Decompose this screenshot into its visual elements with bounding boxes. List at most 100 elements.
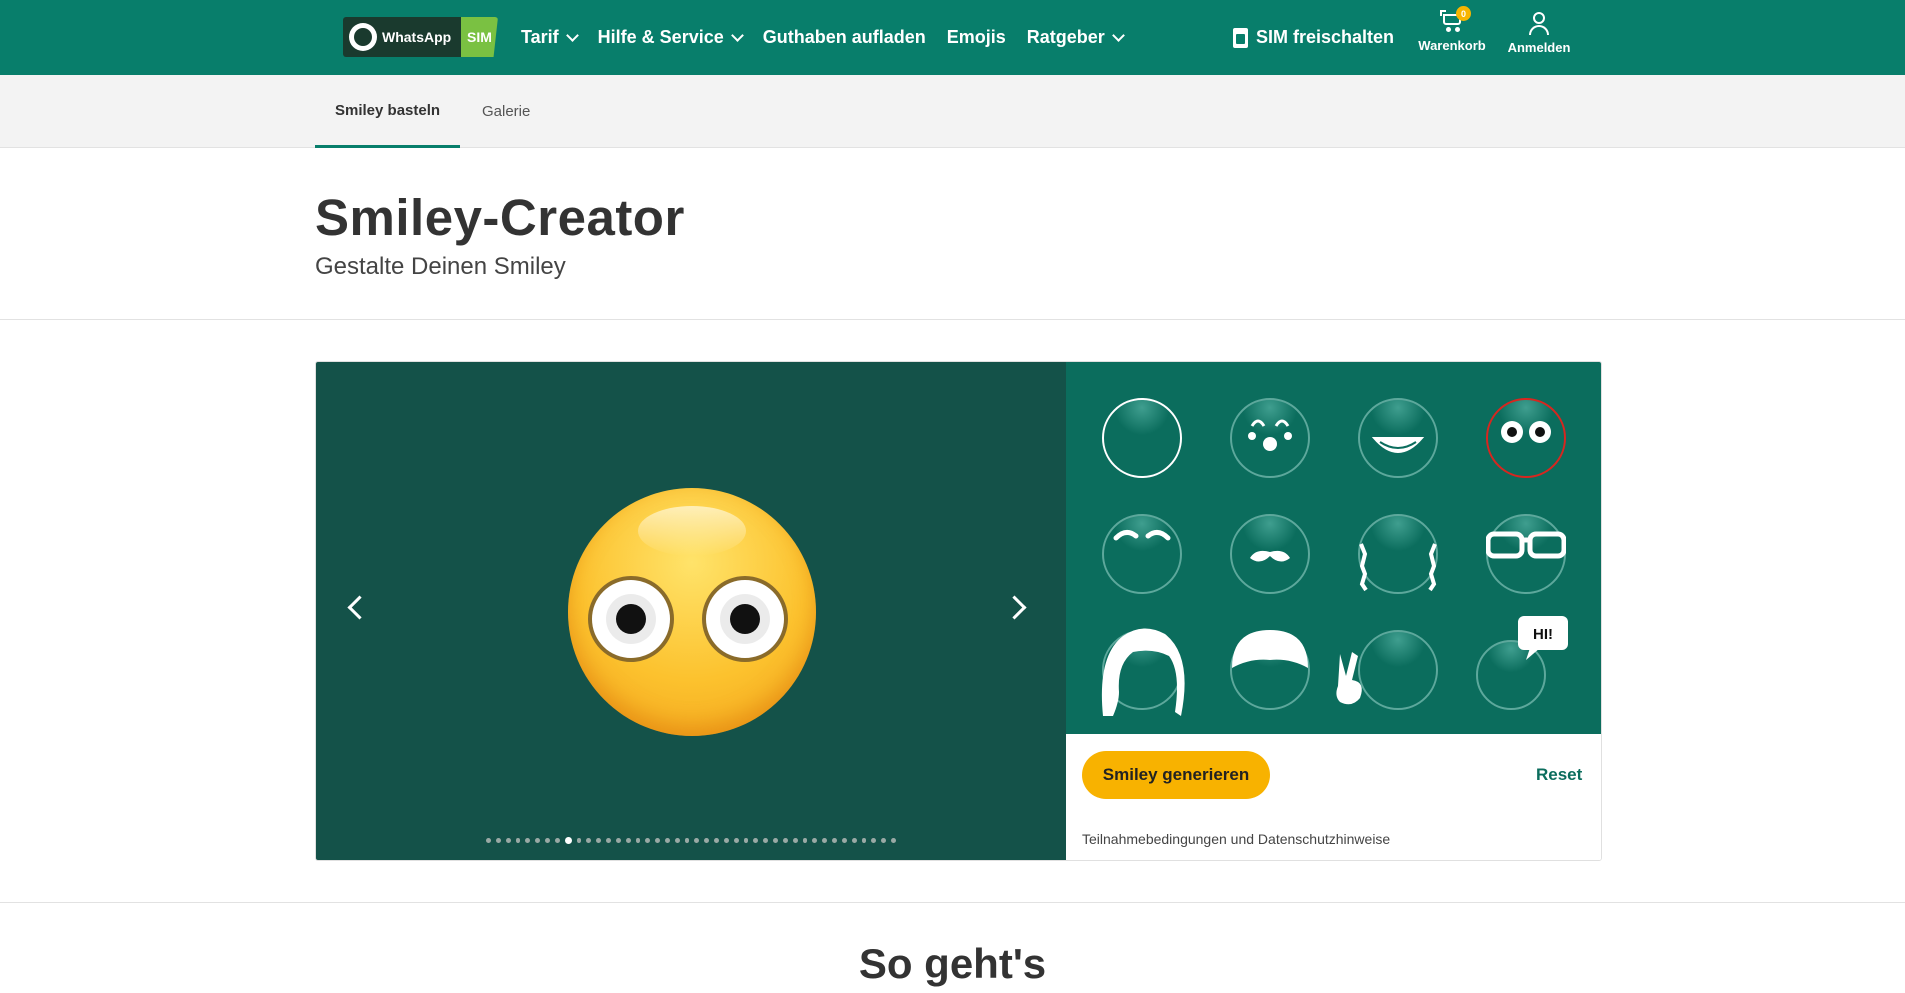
carousel-dot[interactable]: [743, 838, 749, 843]
carousel-dot[interactable]: [782, 838, 788, 843]
carousel-dot[interactable]: [596, 838, 602, 843]
carousel-dot[interactable]: [576, 838, 582, 843]
divider: [0, 319, 1905, 320]
carousel-dot[interactable]: [606, 838, 611, 843]
whatsapp-sim-logo[interactable]: WhatsApp SIM: [343, 17, 498, 57]
nav-ratgeber[interactable]: Ratgeber: [1027, 27, 1125, 48]
carousel-dot[interactable]: [615, 838, 621, 843]
peace-hand-icon: [1336, 652, 1362, 705]
carousel-dot[interactable]: [495, 838, 501, 843]
carousel-dot[interactable]: [822, 838, 828, 843]
pigtails-icon: [1359, 543, 1437, 592]
carousel-dot[interactable]: [545, 838, 550, 843]
carousel-dot[interactable]: [525, 838, 531, 843]
carousel-dot[interactable]: [635, 838, 641, 843]
carousel-dot[interactable]: [655, 838, 660, 843]
carousel-dot[interactable]: [841, 838, 847, 843]
sim-unlock-link[interactable]: SIM freischalten: [1233, 0, 1394, 75]
nav-guthaben-aufladen[interactable]: Guthaben aufladen: [763, 27, 926, 48]
carousel-dot[interactable]: [645, 838, 651, 843]
reset-button[interactable]: Reset: [1536, 765, 1582, 785]
carousel-dot[interactable]: [704, 838, 710, 843]
chevron-down-icon: [730, 28, 744, 42]
tab-smiley-basteln[interactable]: Smiley basteln: [315, 75, 461, 148]
prev-arrow-icon[interactable]: [347, 595, 372, 620]
carousel-dot[interactable]: [861, 838, 867, 843]
carousel-dot[interactable]: [881, 838, 887, 843]
carousel-dot[interactable]: [586, 838, 592, 843]
option-peace-hand[interactable]: [1336, 630, 1438, 710]
carousel-dot[interactable]: [515, 838, 521, 843]
carousel-dot[interactable]: [714, 838, 719, 843]
cart-count-badge: 0: [1456, 6, 1471, 21]
carousel-dot[interactable]: [773, 838, 778, 843]
option-glasses[interactable]: [1486, 514, 1566, 594]
carousel-dots: [486, 837, 896, 846]
carousel-dot[interactable]: [812, 838, 818, 843]
option-cap[interactable]: [1230, 630, 1310, 710]
option-pigtails[interactable]: [1358, 514, 1438, 594]
page-title: Smiley-Creator: [315, 189, 685, 246]
carousel-dot[interactable]: [625, 838, 631, 843]
carousel-dot[interactable]: [871, 838, 877, 843]
nav-tarif[interactable]: Tarif: [521, 27, 579, 48]
main-nav: Tarif Hilfe & Service Guthaben aufladen …: [521, 0, 1144, 75]
login-button[interactable]: Anmelden: [1505, 10, 1573, 55]
option-goggle-eyes[interactable]: [1486, 398, 1566, 478]
page-heading: Smiley-Creator Gestalte Deinen Smiley: [315, 188, 685, 281]
nav-emojis[interactable]: Emojis: [947, 27, 1006, 48]
whatsapp-icon: [349, 23, 377, 51]
user-icon: [1527, 10, 1551, 36]
generate-smiley-button[interactable]: Smiley generieren: [1082, 751, 1270, 799]
creator-controls: Smiley generieren Reset Teilnahmebedingu…: [1066, 734, 1601, 860]
carousel-dot[interactable]: [564, 837, 572, 844]
cart-button[interactable]: 0 Warenkorb: [1418, 6, 1486, 53]
chevron-down-icon: [1111, 28, 1125, 42]
right-eye: [702, 576, 788, 662]
option-panel: HI!: [1066, 362, 1601, 734]
goggle-eyes-icon: [1501, 421, 1551, 443]
option-hi-bubble[interactable]: HI!: [1476, 616, 1568, 710]
carousel-dot[interactable]: [694, 838, 700, 843]
option-eyebrows[interactable]: [1102, 514, 1182, 594]
section-title: So geht's: [858, 940, 1047, 987]
svg-text:HI!: HI!: [1533, 626, 1553, 643]
carousel-dot[interactable]: [802, 838, 808, 843]
tab-galerie[interactable]: Galerie: [462, 75, 550, 148]
carousel-dot[interactable]: [733, 838, 739, 843]
long-hair-icon: [1101, 628, 1185, 716]
carousel-dot[interactable]: [554, 838, 560, 843]
carousel-dot[interactable]: [851, 838, 857, 843]
mustache-icon: [1250, 550, 1290, 562]
nav-hilfe-service[interactable]: Hilfe & Service: [598, 27, 744, 48]
glasses-icon: [1486, 531, 1566, 559]
top-header: WhatsApp SIM Tarif Hilfe & Service Gutha…: [0, 0, 1905, 75]
eyebrows-icon: [1113, 530, 1171, 541]
sub-nav: Smiley basteln Galerie: [0, 75, 1905, 148]
divider: [0, 902, 1905, 903]
option-mustache[interactable]: [1230, 514, 1310, 594]
sim-card-icon: [1233, 27, 1248, 48]
carousel-dot[interactable]: [674, 838, 680, 843]
carousel-dot[interactable]: [535, 838, 541, 843]
option-long-hair[interactable]: [1101, 628, 1185, 716]
option-grin[interactable]: [1358, 398, 1438, 478]
terms-link[interactable]: Teilnahmebedingungen und Datenschutzhinw…: [1082, 831, 1390, 847]
option-base-face[interactable]: [1102, 398, 1182, 478]
carousel-dot[interactable]: [664, 838, 670, 843]
carousel-dot[interactable]: [684, 838, 690, 843]
carousel-dot[interactable]: [832, 838, 837, 843]
carousel-dot[interactable]: [891, 838, 896, 843]
cap-icon: [1232, 630, 1308, 668]
carousel-dot[interactable]: [723, 838, 729, 843]
speech-bubble-icon: HI!: [1518, 616, 1568, 660]
next-arrow-icon[interactable]: [1002, 595, 1027, 620]
carousel-dot[interactable]: [486, 838, 491, 843]
carousel-dot[interactable]: [753, 838, 759, 843]
carousel-dot[interactable]: [505, 838, 511, 843]
option-clown[interactable]: [1230, 398, 1310, 478]
carousel-dot[interactable]: [763, 838, 769, 843]
left-eye: [588, 576, 674, 662]
preview-stage: [316, 362, 1066, 860]
carousel-dot[interactable]: [792, 838, 798, 843]
